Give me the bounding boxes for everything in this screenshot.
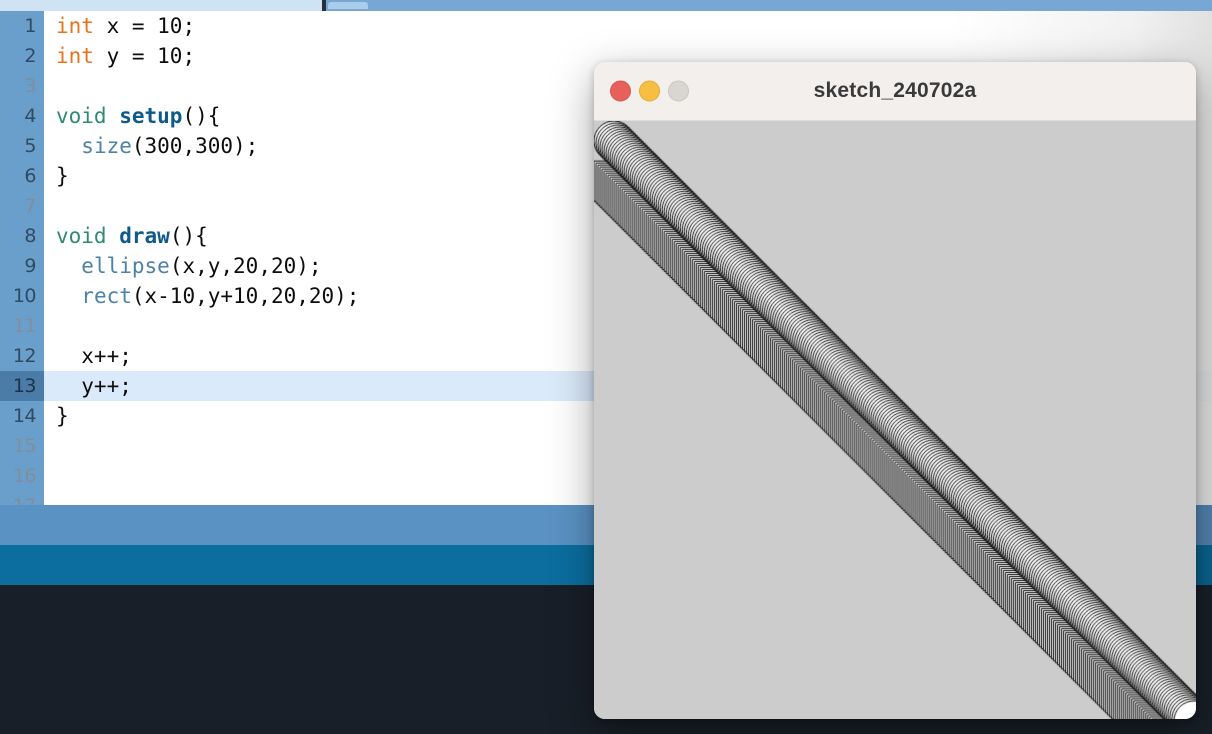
token-plain: } <box>56 404 69 428</box>
tab-divider <box>322 0 326 11</box>
token-fn: setup <box>119 104 183 128</box>
line-number: 12 <box>0 341 44 371</box>
line-number: 1 <box>0 11 44 41</box>
line-number: 9 <box>0 251 44 281</box>
code-line-1[interactable]: 1 int x = 10; <box>0 11 1212 41</box>
line-number: 6 <box>0 161 44 191</box>
line-number: 15 <box>0 431 44 461</box>
token-plain: x = 10; <box>93 14 196 38</box>
close-button-icon[interactable] <box>610 80 631 102</box>
sketch-window[interactable]: sketch_240702a <box>594 62 1196 719</box>
token-kw: int <box>56 14 94 38</box>
token-plain: } <box>56 164 69 188</box>
token-plain: (){ <box>182 104 221 128</box>
line-number: 4 <box>0 101 44 131</box>
line-number: 7 <box>0 191 44 221</box>
ide-tab-bar[interactable] <box>0 0 1212 11</box>
token-fn: draw <box>119 224 170 248</box>
token-plain: (x,y,20,20); <box>169 254 322 278</box>
token-plain: x++; <box>56 344 132 368</box>
token-plain: (){ <box>169 224 208 248</box>
tab-active-indicator[interactable] <box>328 2 368 9</box>
token-plain: y = 10; <box>93 44 196 68</box>
token-call: size <box>81 134 132 158</box>
window-controls[interactable] <box>610 80 689 102</box>
token-call: ellipse <box>81 254 170 278</box>
line-number: 17 <box>0 491 44 505</box>
token-plain: (x-10,y+10,20,20); <box>131 284 360 308</box>
token-type: void <box>56 104 107 128</box>
token-plain: (300,300); <box>131 134 259 158</box>
line-number: 5 <box>0 131 44 161</box>
line-number: 14 <box>0 401 44 431</box>
code-text[interactable]: int x = 10; <box>44 11 1212 41</box>
token-plain: y++; <box>56 374 132 398</box>
sketch-canvas-area[interactable] <box>594 121 1196 719</box>
line-number: 8 <box>0 221 44 251</box>
sketch-window-titlebar[interactable]: sketch_240702a <box>594 62 1196 121</box>
tab-bar-left-region <box>0 0 322 11</box>
token-kw: int <box>56 44 94 68</box>
line-number: 2 <box>0 41 44 71</box>
token-type: void <box>56 224 107 248</box>
line-number: 16 <box>0 461 44 491</box>
line-number: 10 <box>0 281 44 311</box>
sketch-canvas[interactable] <box>594 121 1196 719</box>
minimize-button-icon[interactable] <box>639 80 660 102</box>
screen: 1 int x = 10; 2 int y = 10; 3 4 void setup(){5… <box>0 0 1212 734</box>
token-call: rect <box>81 284 132 308</box>
line-number: 11 <box>0 311 44 341</box>
zoom-button-icon <box>668 80 689 102</box>
line-number: 3 <box>0 71 44 101</box>
line-number: 13 <box>0 371 44 401</box>
